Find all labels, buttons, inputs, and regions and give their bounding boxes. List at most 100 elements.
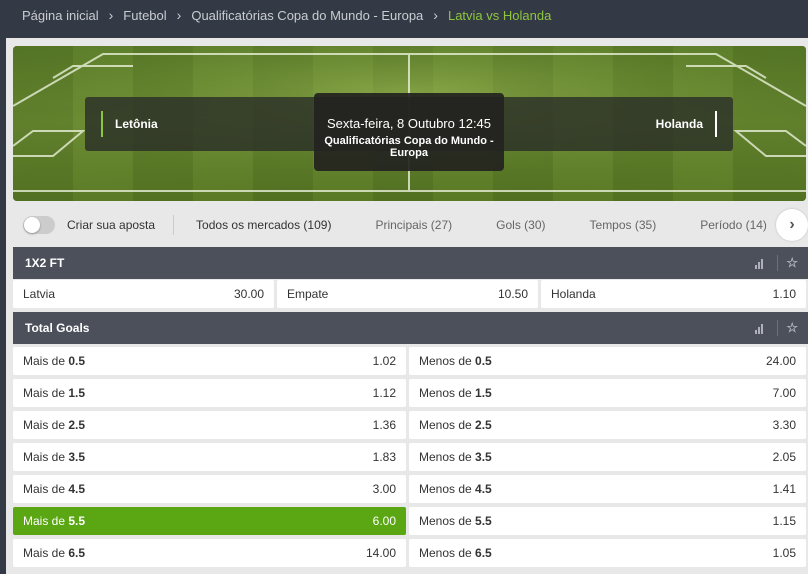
goal-line: 2.5: [68, 418, 86, 432]
outcome-label: Menos de 3.5: [419, 450, 492, 464]
odds-button-over[interactable]: Mais de 0.5 1.02: [13, 347, 406, 375]
event-datetime-box: Sexta-feira, 8 Outubro 12:45 Qualificató…: [314, 93, 504, 171]
tab-goals[interactable]: Gols (30): [474, 206, 567, 244]
outcome-prefix: Mais de: [23, 354, 66, 368]
outcome-prefix: Mais de: [23, 546, 66, 560]
odds-button-over[interactable]: Mais de 3.5 1.83: [13, 443, 406, 471]
outcome-prefix: Menos de: [419, 386, 472, 400]
goal-line: 5.5: [475, 514, 492, 528]
chevron-right-icon[interactable]: ›: [776, 209, 808, 241]
tab-all-markets[interactable]: Todos os mercados (109): [174, 206, 353, 244]
outcome-odd: 10.50: [497, 287, 528, 301]
outcome-label: Holanda: [551, 287, 596, 301]
odds-button-over[interactable]: Mais de 2.5 1.36: [13, 411, 406, 439]
breadcrumb-home[interactable]: Página inicial: [22, 8, 99, 23]
market-header-total-goals[interactable]: Total Goals ☆: [13, 312, 808, 344]
star-icon[interactable]: ☆: [786, 320, 798, 336]
odds-button-over[interactable]: Mais de 5.5 6.00: [13, 507, 406, 535]
goal-line: 1.5: [475, 386, 492, 400]
outcome-prefix: Menos de: [419, 354, 472, 368]
outcome-label: Menos de 0.5: [419, 354, 492, 368]
stats-icon[interactable]: [755, 257, 767, 269]
event-hero-banner: Letônia Holanda Sexta-feira, 8 Outubro 1…: [13, 46, 806, 201]
away-team: Holanda: [656, 97, 717, 151]
outcome-prefix: Mais de: [23, 450, 66, 464]
outcome-prefix: Menos de: [419, 482, 472, 496]
goal-line: 0.5: [475, 354, 492, 368]
outcome-odd: 1.15: [772, 514, 796, 528]
event-competition: Qualificatórias Copa do Mundo - Europa: [324, 135, 494, 159]
odds-button-under[interactable]: Menos de 3.5 2.05: [409, 443, 806, 471]
odds-button-under[interactable]: Menos de 6.5 1.05: [409, 539, 806, 567]
home-team-name: Letônia: [115, 117, 158, 131]
goal-line: 4.5: [475, 482, 492, 496]
odds-button-under[interactable]: Menos de 4.5 1.41: [409, 475, 806, 503]
outcome-odd: 24.00: [765, 354, 796, 368]
tab-main[interactable]: Principais (27): [353, 206, 474, 244]
odds-button-away[interactable]: Holanda 1.10: [541, 280, 806, 308]
breadcrumb-current: Latvia vs Holanda: [447, 7, 552, 23]
outcome-label: Mais de 2.5: [23, 418, 85, 432]
bet-builder-label: Criar sua aposta: [67, 218, 156, 232]
odds-button-over[interactable]: Mais de 1.5 1.12: [13, 379, 406, 407]
outcome-odd: 1.05: [772, 546, 796, 560]
outcome-odd: 1.10: [772, 287, 796, 301]
star-icon[interactable]: ☆: [786, 255, 798, 271]
odds-button-under[interactable]: Menos de 5.5 1.15: [409, 507, 806, 535]
market-header-1x2[interactable]: 1X2 FT ☆: [13, 247, 808, 279]
toggle-knob: [24, 217, 40, 233]
outcome-label: Menos de 4.5: [419, 482, 492, 496]
outcome-odd: 1.02: [372, 354, 396, 368]
odds-button-draw[interactable]: Empate 10.50: [277, 280, 538, 308]
outcome-label: Menos de 2.5: [419, 418, 492, 432]
breadcrumb: Página inicial › Futebol › Qualificatóri…: [0, 0, 808, 30]
outcome-prefix: Mais de: [23, 514, 66, 528]
divider: [777, 320, 779, 336]
outcome-prefix: Mais de: [23, 482, 66, 496]
outcome-odd: 14.00: [365, 546, 396, 560]
outcome-prefix: Mais de: [23, 418, 66, 432]
chevron-right-icon: ›: [433, 7, 438, 23]
odds-button-over[interactable]: Mais de 6.5 14.00: [13, 539, 406, 567]
bet-builder-toggle[interactable]: [23, 216, 55, 234]
odds-button-under[interactable]: Menos de 0.5 24.00: [409, 347, 806, 375]
divider: [777, 255, 779, 271]
outcome-odd: 30.00: [233, 287, 264, 301]
outcome-odd: 7.00: [772, 386, 796, 400]
outcome-label: Menos de 5.5: [419, 514, 492, 528]
market-title: Total Goals: [25, 321, 90, 335]
chevron-right-icon: ›: [176, 7, 182, 23]
home-team-color-mark: [101, 111, 103, 137]
outcome-label: Mais de 5.5: [23, 514, 85, 528]
goal-line: 3.5: [68, 450, 86, 464]
outcome-odd: 1.12: [372, 386, 396, 400]
outcome-prefix: Menos de: [419, 418, 472, 432]
goal-line: 6.5: [68, 546, 86, 560]
odds-button-home[interactable]: Latvia 30.00: [13, 280, 274, 308]
goal-line: 3.5: [475, 450, 492, 464]
outcome-label: Mais de 4.5: [23, 482, 85, 496]
goal-line: 6.5: [475, 546, 492, 560]
goal-line: 0.5: [68, 354, 86, 368]
away-team-name: Holanda: [655, 117, 703, 131]
tab-halves[interactable]: Tempos (35): [568, 206, 679, 244]
outcome-label: Mais de 6.5: [23, 546, 85, 560]
stats-icon[interactable]: [755, 322, 767, 334]
outcome-prefix: Menos de: [419, 450, 472, 464]
odds-button-under[interactable]: Menos de 1.5 7.00: [409, 379, 806, 407]
outcome-label: Empate: [287, 287, 329, 301]
outcome-odd: 2.05: [772, 450, 796, 464]
breadcrumb-football[interactable]: Futebol: [123, 8, 166, 23]
odds-button-under[interactable]: Menos de 2.5 3.30: [409, 411, 806, 439]
outcome-label: Menos de 6.5: [419, 546, 492, 560]
outcome-odd: 6.00: [372, 514, 396, 528]
outcome-prefix: Menos de: [419, 514, 472, 528]
breadcrumb-competition[interactable]: Qualificatórias Copa do Mundo - Europa: [191, 8, 423, 23]
event-date: Sexta-feira, 8 Outubro 12:45: [326, 116, 492, 131]
outcome-odd: 3.00: [372, 482, 396, 496]
tab-period[interactable]: Período (14): [678, 206, 789, 244]
goal-line: 2.5: [475, 418, 492, 432]
outcome-label: Latvia: [23, 287, 56, 301]
goal-line: 4.5: [68, 482, 86, 496]
odds-button-over[interactable]: Mais de 4.5 3.00: [13, 475, 406, 503]
